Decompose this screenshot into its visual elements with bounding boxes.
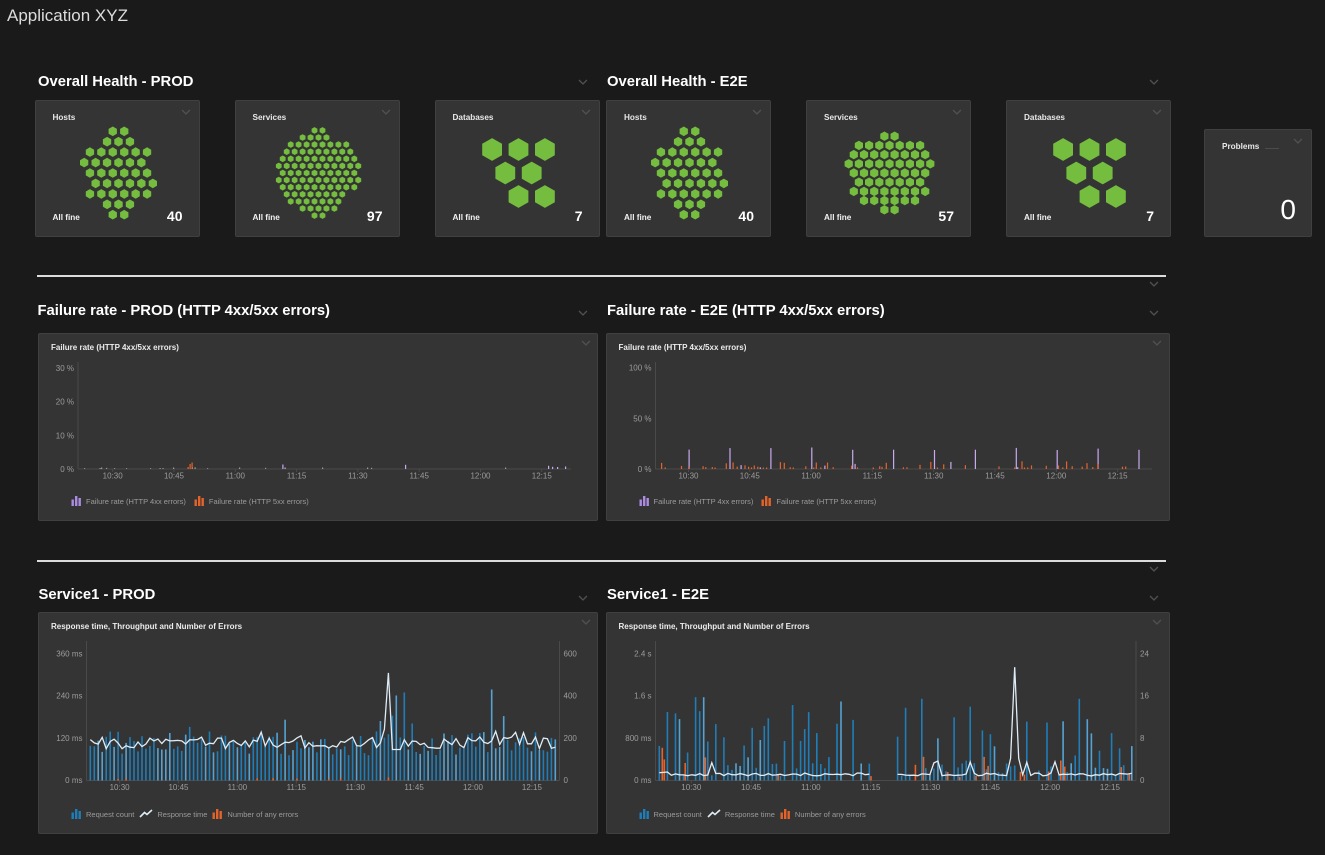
svg-text:16: 16 <box>1140 692 1149 701</box>
svg-text:0 %: 0 % <box>60 465 74 474</box>
svg-text:0 ms: 0 ms <box>65 776 82 785</box>
svg-text:24: 24 <box>1140 649 1149 658</box>
svg-text:30 %: 30 % <box>56 364 74 373</box>
svg-text:12:00: 12:00 <box>1046 472 1067 481</box>
svg-text:11:15: 11:15 <box>287 783 307 792</box>
svg-text:400: 400 <box>564 692 578 701</box>
svg-text:11:45: 11:45 <box>409 472 429 481</box>
svg-text:11:00: 11:00 <box>801 783 821 792</box>
svg-text:50 %: 50 % <box>633 414 651 423</box>
svg-text:11:30: 11:30 <box>345 783 365 792</box>
svg-text:11:45: 11:45 <box>404 783 424 792</box>
svg-text:11:30: 11:30 <box>920 783 940 792</box>
svg-text:0 ms: 0 ms <box>634 776 651 785</box>
svg-text:10:30: 10:30 <box>110 783 131 792</box>
svg-text:12:00: 12:00 <box>470 472 491 481</box>
svg-text:11:15: 11:15 <box>860 783 880 792</box>
svg-text:20 %: 20 % <box>56 398 74 407</box>
svg-text:11:00: 11:00 <box>801 472 821 481</box>
svg-text:10:30: 10:30 <box>103 472 124 481</box>
svg-text:0: 0 <box>564 776 569 785</box>
svg-text:10:30: 10:30 <box>678 472 699 481</box>
svg-text:10:45: 10:45 <box>168 783 189 792</box>
svg-text:0 %: 0 % <box>637 465 651 474</box>
svg-text:600: 600 <box>564 649 578 658</box>
svg-text:11:00: 11:00 <box>226 472 246 481</box>
svg-text:12:15: 12:15 <box>532 472 553 481</box>
svg-text:10:30: 10:30 <box>681 783 702 792</box>
svg-text:8: 8 <box>1140 734 1145 743</box>
svg-text:11:45: 11:45 <box>980 783 1000 792</box>
svg-text:200: 200 <box>564 734 578 743</box>
svg-text:2.4 s: 2.4 s <box>634 649 651 658</box>
svg-text:11:15: 11:15 <box>862 472 882 481</box>
svg-text:11:45: 11:45 <box>985 472 1005 481</box>
svg-text:12:00: 12:00 <box>463 783 484 792</box>
svg-text:12:15: 12:15 <box>1107 472 1128 481</box>
svg-text:11:00: 11:00 <box>228 783 248 792</box>
svg-text:12:15: 12:15 <box>1099 783 1120 792</box>
svg-text:10:45: 10:45 <box>741 783 762 792</box>
svg-text:120 ms: 120 ms <box>56 734 82 743</box>
svg-text:11:15: 11:15 <box>287 472 307 481</box>
svg-text:11:30: 11:30 <box>348 472 368 481</box>
svg-text:1.6 s: 1.6 s <box>634 692 651 701</box>
svg-text:100 %: 100 % <box>628 364 651 373</box>
svg-text:12:00: 12:00 <box>1040 783 1061 792</box>
svg-text:240 ms: 240 ms <box>56 692 82 701</box>
svg-text:10 %: 10 % <box>56 431 74 440</box>
svg-text:12:15: 12:15 <box>522 783 543 792</box>
svg-text:800 ms: 800 ms <box>625 734 651 743</box>
svg-text:0: 0 <box>1140 776 1145 785</box>
svg-text:11:30: 11:30 <box>923 472 943 481</box>
svg-text:10:45: 10:45 <box>739 472 760 481</box>
svg-text:10:45: 10:45 <box>164 472 185 481</box>
svg-text:360 ms: 360 ms <box>56 649 82 658</box>
